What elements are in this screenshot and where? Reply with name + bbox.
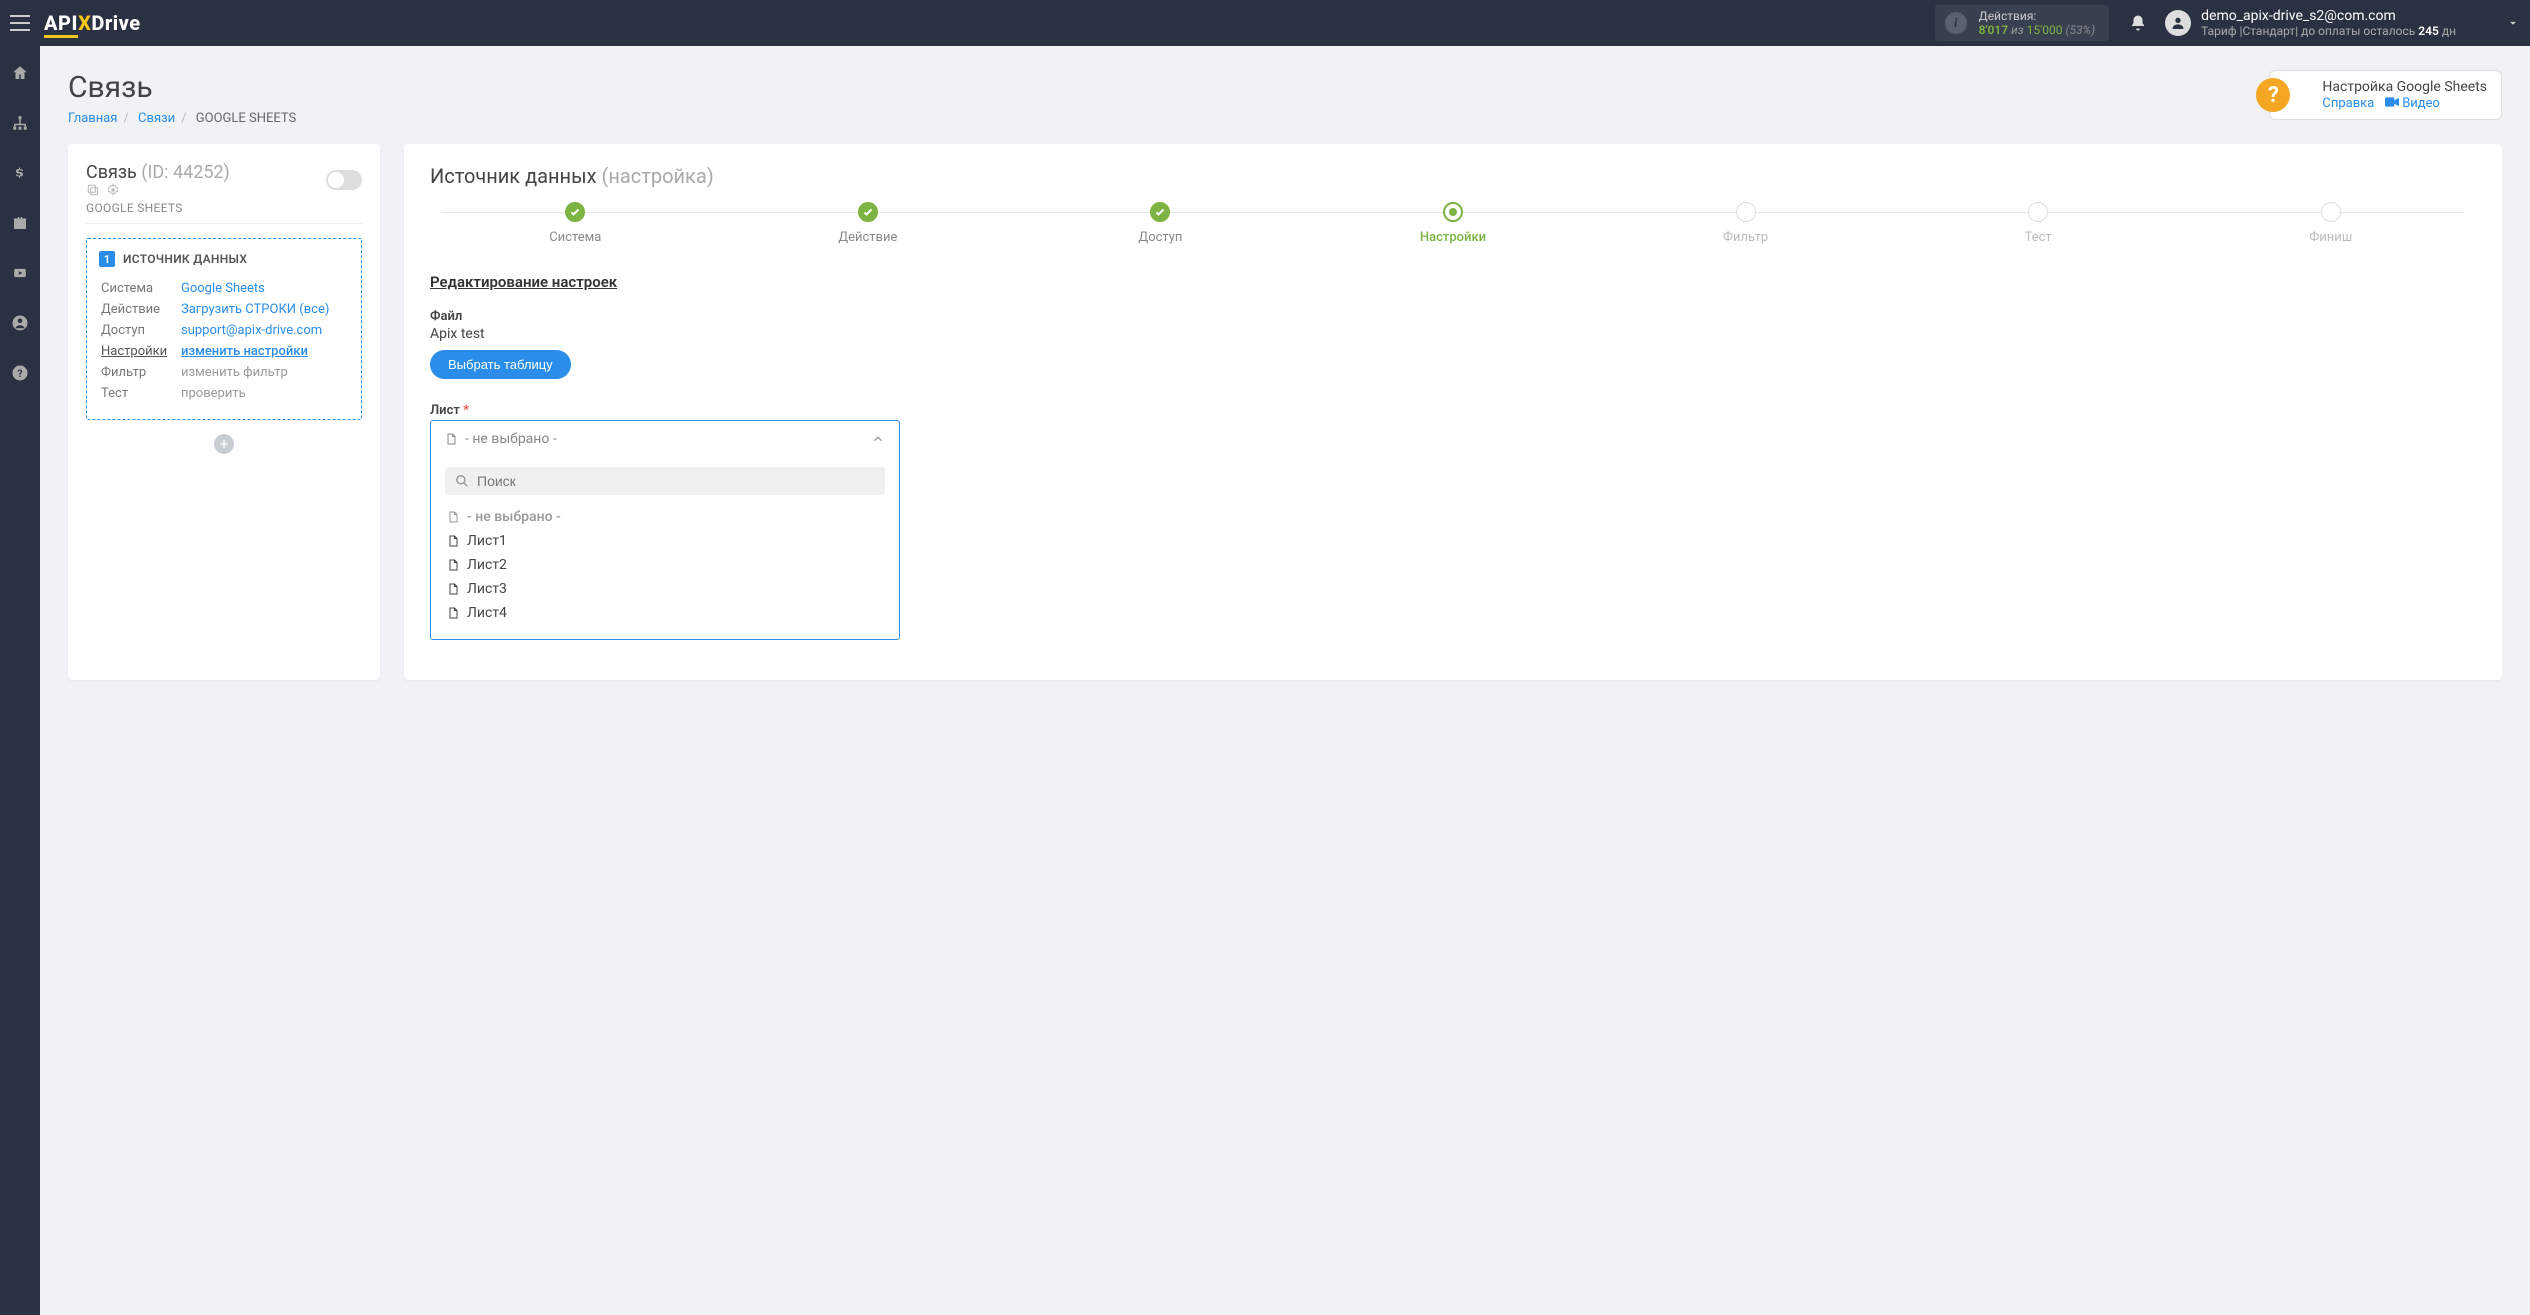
src-access[interactable]: support@apix-drive.com	[181, 323, 322, 338]
notifications-icon[interactable]	[2129, 14, 2147, 32]
avatar-icon	[2165, 10, 2191, 36]
dd-option-2[interactable]: Лист2	[445, 553, 885, 577]
user-email: demo_apix-drive_s2@com.com	[2201, 8, 2456, 24]
sheet-dropdown[interactable]: - не выбрано - - не выбрано - Лист1 Лист…	[430, 420, 900, 640]
enable-toggle[interactable]	[326, 170, 362, 190]
side-nav: ?	[0, 46, 40, 1315]
dd-option-1[interactable]: Лист1	[445, 529, 885, 553]
help-pill: ? Настройка Google Sheets Справка Видео	[2269, 70, 2502, 120]
nav-video-icon[interactable]	[0, 256, 40, 290]
nav-briefcase-icon[interactable]	[0, 206, 40, 240]
help-question-icon[interactable]: ?	[2256, 78, 2290, 112]
nav-home-icon[interactable]	[0, 56, 40, 90]
user-menu[interactable]: demo_apix-drive_s2@com.com Тариф |Станда…	[2165, 8, 2520, 38]
actions-counter[interactable]: i Действия: 8'017 из 15'000 (53%)	[1935, 5, 2109, 41]
logo[interactable]: APIXDrive	[44, 11, 141, 35]
src-filter[interactable]: изменить фильтр	[181, 365, 288, 380]
dropdown-search-input[interactable]	[477, 473, 875, 489]
source-badge: 1	[99, 251, 115, 267]
actions-label: Действия:	[1979, 9, 2095, 23]
actions-used: 8'017	[1979, 23, 2008, 37]
chevron-down-icon	[2506, 16, 2520, 30]
file-value: Apix test	[430, 326, 2476, 342]
source-box: 1 ИСТОЧНИК ДАННЫХ СистемаGoogle Sheets Д…	[86, 238, 362, 420]
step-filter[interactable]: Фильтр	[1600, 202, 1891, 245]
nav-billing-icon[interactable]	[0, 156, 40, 190]
dd-option-none[interactable]: - не выбрано -	[445, 505, 885, 529]
source-title: ИСТОЧНИК ДАННЫХ	[123, 252, 247, 266]
page-title: Связь	[68, 70, 2502, 105]
src-test[interactable]: проверить	[181, 386, 246, 401]
dropdown-search[interactable]	[445, 467, 885, 495]
step-finish[interactable]: Финиш	[2185, 202, 2476, 245]
page-icon	[445, 432, 457, 446]
info-icon: i	[1945, 12, 1967, 34]
step-access[interactable]: Доступ	[1015, 202, 1306, 245]
bc-current: GOOGLE SHEETS	[196, 111, 296, 126]
step-settings[interactable]: Настройки	[1308, 202, 1599, 245]
camera-icon	[2385, 95, 2402, 111]
src-system[interactable]: Google Sheets	[181, 281, 265, 296]
lc-title: Связь	[86, 162, 137, 183]
svg-text:?: ?	[17, 367, 22, 380]
step-system[interactable]: Система	[430, 202, 721, 245]
stepper: Система Действие Доступ Настройки Фильтр…	[430, 202, 2476, 245]
nav-help-icon[interactable]: ?	[0, 356, 40, 390]
src-action[interactable]: Загрузить СТРОКИ (все)	[181, 302, 329, 317]
dd-option-3[interactable]: Лист3	[445, 577, 885, 601]
search-icon	[455, 474, 469, 488]
rc-title: Источник данных	[430, 164, 597, 188]
menu-toggle[interactable]	[10, 15, 30, 31]
actions-percent: (53%)	[2065, 23, 2095, 37]
bc-links[interactable]: Связи	[138, 111, 175, 126]
actions-total: 15'000	[2027, 23, 2063, 37]
help-title: Настройка Google Sheets	[2322, 79, 2487, 95]
lc-id: (ID: 44252)	[141, 162, 230, 183]
nav-tree-icon[interactable]	[0, 106, 40, 140]
breadcrumb: Главная/ Связи/ GOOGLE SHEETS	[68, 111, 2502, 126]
help-link-docs[interactable]: Справка	[2322, 96, 2374, 111]
src-settings[interactable]: изменить настройки	[181, 344, 308, 359]
step-action[interactable]: Действие	[723, 202, 1014, 245]
lc-sub: GOOGLE SHEETS	[86, 201, 362, 224]
settings-card: Источник данных (настройка) Система Дейс…	[404, 144, 2502, 680]
dropdown-head[interactable]: - не выбрано -	[431, 421, 899, 457]
gear-icon[interactable]	[106, 183, 120, 197]
file-label: Файл	[430, 309, 2476, 324]
select-table-button[interactable]: Выбрать таблицу	[430, 350, 571, 379]
add-destination-button[interactable]: +	[214, 434, 234, 454]
nav-account-icon[interactable]	[0, 306, 40, 340]
dropdown-selected: - не выбрано -	[465, 431, 557, 447]
dd-option-4[interactable]: Лист4	[445, 601, 885, 625]
help-link-video[interactable]: Видео	[2402, 96, 2440, 111]
tariff-info: Тариф |Стандарт| до оплаты осталось 245 …	[2201, 24, 2456, 38]
link-summary-card: Связь (ID: 44252) GOOGLE SHEETS 1 ИСТОЧН…	[68, 144, 380, 680]
bc-home[interactable]: Главная	[68, 111, 117, 126]
step-test[interactable]: Тест	[1893, 202, 2184, 245]
sheet-label: Лист	[430, 403, 460, 418]
chevron-up-icon	[871, 432, 885, 446]
copy-icon[interactable]	[86, 183, 100, 197]
section-title: Редактирование настроек	[430, 273, 2476, 291]
